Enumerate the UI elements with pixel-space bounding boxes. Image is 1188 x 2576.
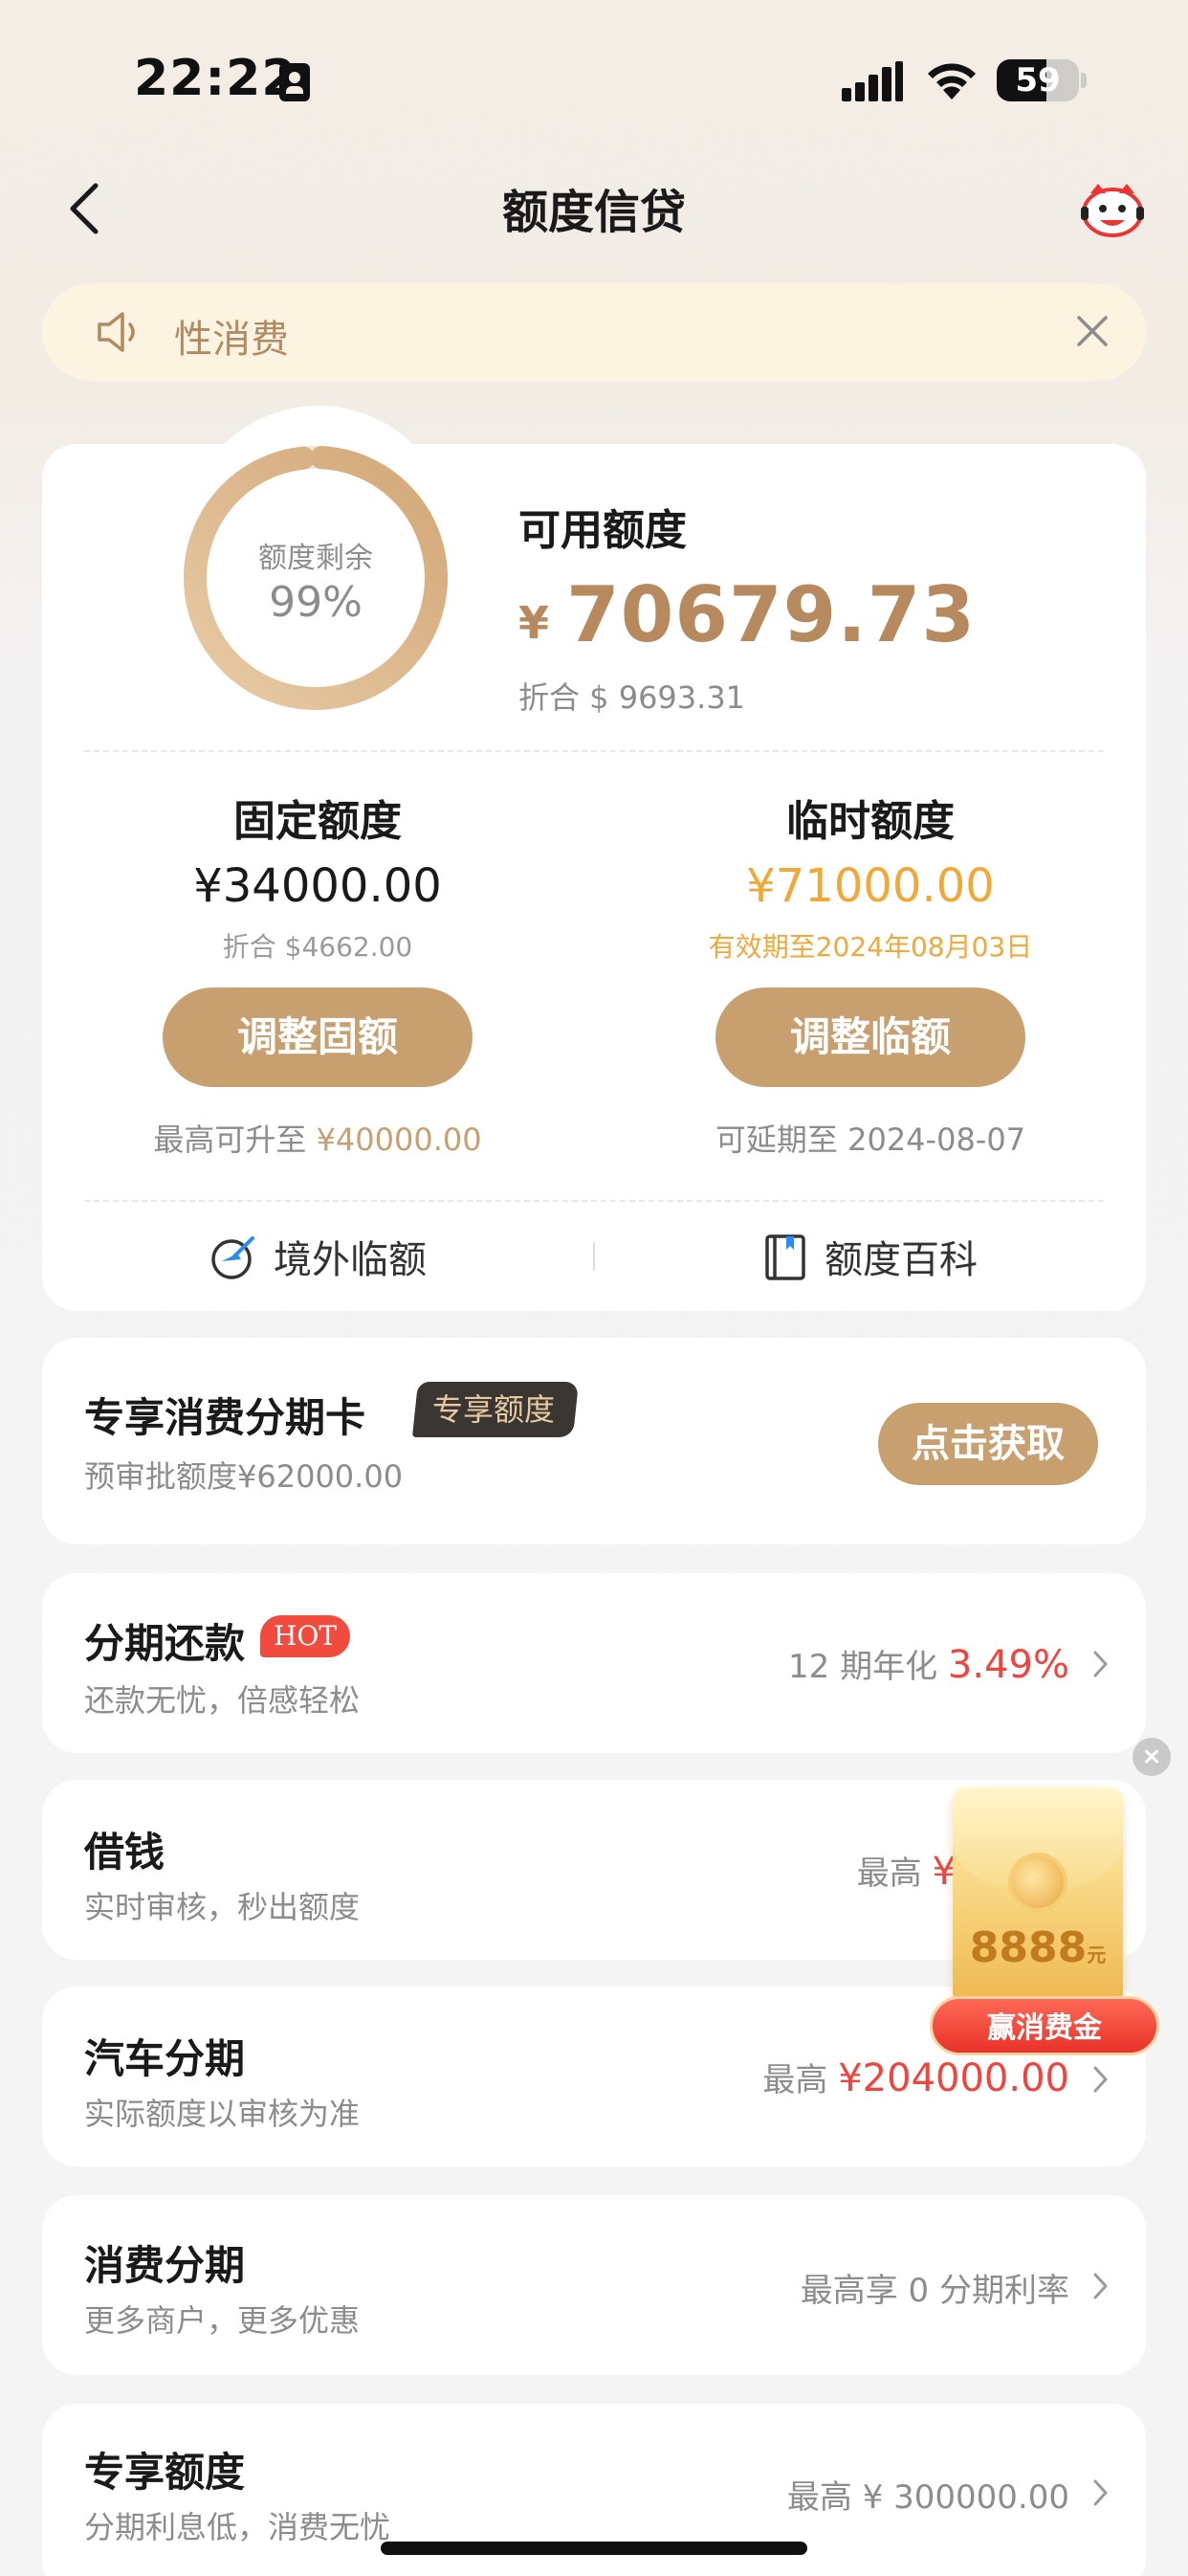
max-hint-value: ¥40000.00 xyxy=(316,1121,482,1158)
available-credit-usd: 折合 $ 9693.31 xyxy=(518,679,746,716)
available-credit-amount: 70679.73 xyxy=(566,570,977,659)
product-max-amount: 最高 ¥204000.00 xyxy=(762,2056,1069,2100)
annual-rate-value: 3.49% xyxy=(947,1643,1069,1687)
temp-credit-expiry: 有效期至2024年08月03日 xyxy=(708,931,1033,963)
product-title: 汽车分期 xyxy=(84,2035,246,2082)
gold-coin-icon xyxy=(1008,1853,1067,1912)
chevron-right-icon xyxy=(1093,1651,1108,1677)
cellular-signal-icon xyxy=(842,59,903,101)
divider xyxy=(84,750,1104,752)
status-time: 22:22 xyxy=(134,50,297,107)
credit-wiki-label: 额度百科 xyxy=(825,1238,978,1282)
chevron-right-icon xyxy=(1093,2273,1108,2299)
product-subtitle: 更多商户，更多优惠 xyxy=(84,2302,361,2339)
page-title: 额度信贷 xyxy=(501,186,686,239)
adjust-fixed-credit-button[interactable]: 调整固额 xyxy=(163,988,473,1087)
product-max-amount: 最高 ¥ 300000.00 xyxy=(786,2478,1069,2517)
product-rate-info: 最高享 0 分期利率 xyxy=(800,2272,1069,2310)
battery-cap xyxy=(1081,73,1087,88)
product-title: 分期还款 xyxy=(84,1620,246,1667)
product-title: 专享额度 xyxy=(84,2449,246,2496)
product-subtitle: 分期利息低，消费无忧 xyxy=(84,2509,391,2545)
fixed-credit-title: 固定额度 xyxy=(233,797,402,846)
credit-wiki-link[interactable]: 额度百科 xyxy=(761,1229,1010,1286)
available-credit-label: 可用额度 xyxy=(518,506,687,555)
customer-service-mascot-icon[interactable] xyxy=(1079,180,1146,239)
temp-credit-amount: ¥71000.00 xyxy=(746,859,995,913)
overseas-temp-credit-link[interactable]: 境外临额 xyxy=(205,1229,453,1286)
link-separator xyxy=(593,1242,595,1271)
exclusive-card-preapproved: 预审批额度¥62000.00 xyxy=(84,1458,404,1495)
product-rate: 12 期年化 3.49% xyxy=(788,1643,1069,1687)
fixed-credit-amount: ¥34000.00 xyxy=(193,859,442,913)
ring-percent: 99% xyxy=(269,578,363,627)
max-amount-value: ¥204000.00 xyxy=(838,2056,1069,2100)
product-title: 消费分期 xyxy=(84,2242,246,2289)
product-subtitle: 还款无忧，倍感轻松 xyxy=(84,1682,361,1719)
get-now-button[interactable]: 点击获取 xyxy=(878,1403,1098,1485)
fixed-credit-usd: 折合 $4662.00 xyxy=(222,931,413,963)
ring-label: 额度剩余 xyxy=(258,542,373,575)
win-consumption-gold-button[interactable]: 赢消费金 xyxy=(930,1996,1159,2055)
currency-symbol: ¥ xyxy=(518,597,550,649)
contact-card-icon xyxy=(279,63,310,101)
notice-text: 性消费 xyxy=(174,318,289,362)
adjust-temp-credit-button[interactable]: 调整临额 xyxy=(715,988,1025,1087)
product-subtitle: 实际额度以审核为准 xyxy=(84,2096,361,2132)
close-icon[interactable] xyxy=(1073,312,1111,350)
divider xyxy=(84,1200,1104,1202)
battery-icon: 59 xyxy=(997,59,1079,101)
promo-amount: 8888元 xyxy=(969,1923,1107,1972)
hot-badge: HOT xyxy=(260,1615,351,1657)
promo-close-icon[interactable] xyxy=(1133,1738,1171,1776)
wifi-icon xyxy=(928,63,976,100)
home-indicator xyxy=(381,2542,807,2555)
temp-credit-title: 临时额度 xyxy=(786,797,955,846)
speaker-icon xyxy=(98,312,135,352)
product-max-amount: 最高 ¥ xyxy=(856,1850,957,1894)
battery-level: 59 xyxy=(1015,61,1061,100)
chevron-right-icon xyxy=(1093,2066,1108,2093)
max-hint-prefix: 最高可升至 xyxy=(153,1121,307,1158)
plane-globe-icon xyxy=(211,1236,254,1279)
product-title: 借钱 xyxy=(84,1829,165,1876)
fixed-credit-max-hint: 最高可升至 ¥40000.00 xyxy=(69,1116,566,1160)
book-icon xyxy=(765,1234,805,1280)
exclusive-card-title: 专享消费分期卡 xyxy=(84,1394,366,1441)
chevron-right-icon xyxy=(1093,2479,1108,2506)
exclusive-credit-badge: 专享额度 xyxy=(411,1382,580,1437)
overseas-temp-credit-label: 境外临额 xyxy=(274,1238,427,1282)
temp-credit-extend-hint: 可延期至 2024-08-07 xyxy=(715,1121,1026,1158)
product-subtitle: 实时审核，秒出额度 xyxy=(84,1889,361,1925)
promo-unit: 元 xyxy=(1087,1943,1107,1966)
